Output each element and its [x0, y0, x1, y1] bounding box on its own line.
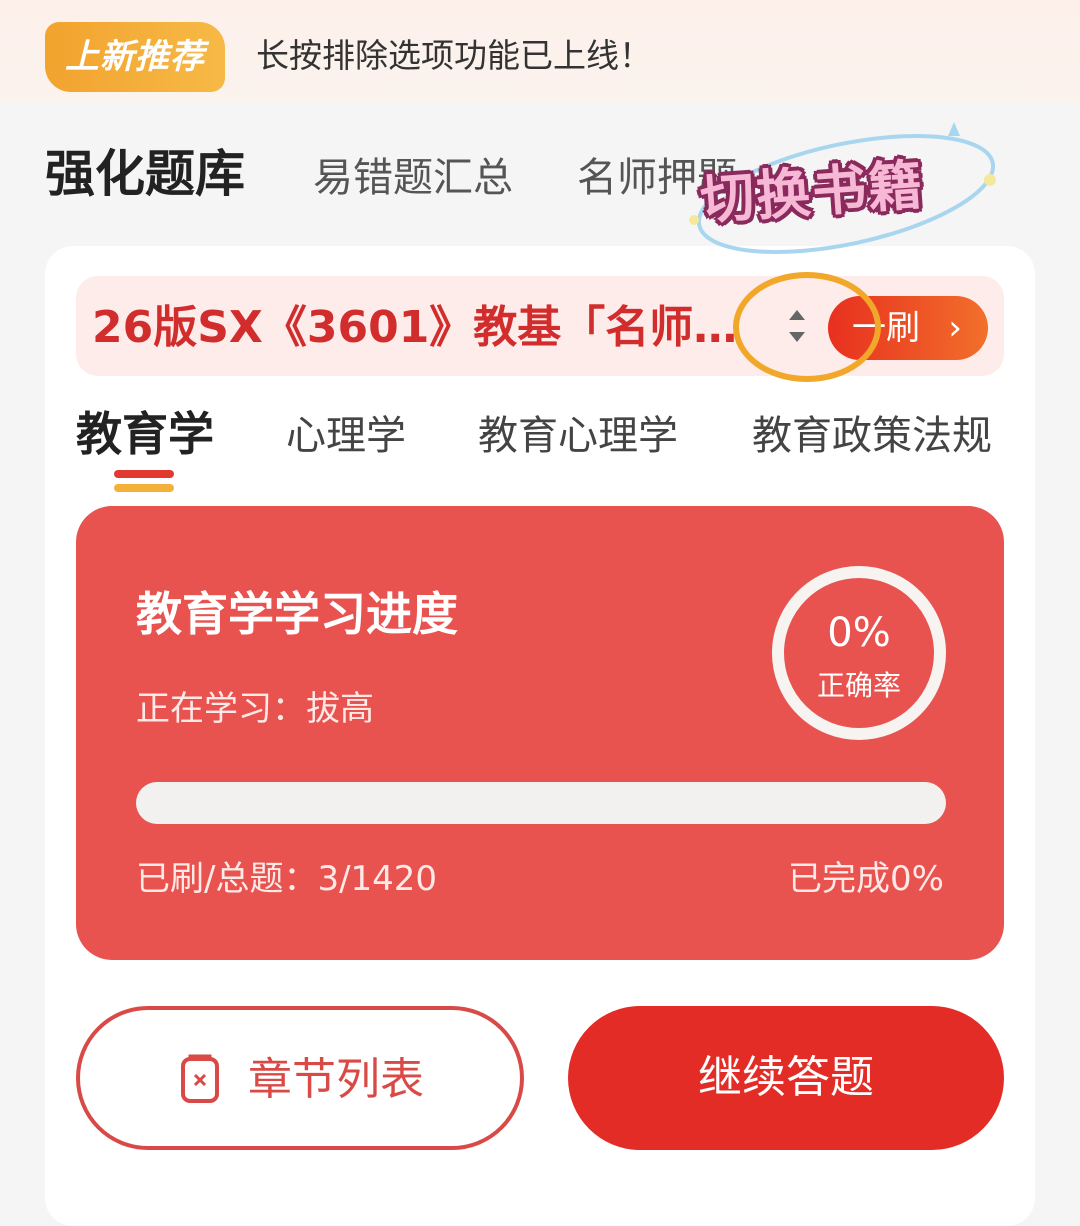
accuracy-label: 正确率	[816, 669, 901, 702]
document-x-icon	[181, 1054, 219, 1103]
active-tab-indicator	[114, 470, 174, 492]
accuracy-value: 0%	[827, 610, 891, 656]
progress-bar	[136, 782, 946, 824]
subject-tab-edu-policy[interactable]: 教育政策法规	[752, 406, 992, 466]
currently-studying: 正在学习：拔高	[136, 689, 374, 729]
chapter-list-button[interactable]: 章节列表	[76, 1006, 524, 1150]
annotation-highlight-circle	[733, 272, 881, 382]
notice-text[interactable]: 长按排除选项功能已上线！	[256, 34, 652, 78]
chevron-right-icon: ›	[948, 308, 962, 348]
question-count: 已刷/总题：3/1420	[136, 859, 438, 899]
completion-text: 已完成0%	[788, 859, 944, 899]
subject-tab-edu-psychology[interactable]: 教育心理学	[478, 406, 678, 466]
progress-title: 教育学学习进度	[136, 587, 458, 641]
new-feature-badge: 上新推荐	[45, 22, 225, 92]
notice-bar: 上新推荐 长按排除选项功能已上线！	[0, 0, 1080, 104]
subject-tab-education[interactable]: 教育学	[76, 404, 214, 464]
chapter-list-label: 章节列表	[248, 1054, 424, 1105]
tab-mistakes[interactable]: 易错题汇总	[313, 148, 513, 208]
book-title[interactable]: 26版SX《3601》教基「名师…	[92, 298, 737, 358]
continue-answering-button[interactable]: 继续答题	[568, 1006, 1004, 1150]
switch-book-sticker: 切换书籍	[698, 153, 927, 232]
tab-question-bank[interactable]: 强化题库	[45, 144, 245, 204]
subject-tab-psychology[interactable]: 心理学	[286, 406, 406, 466]
